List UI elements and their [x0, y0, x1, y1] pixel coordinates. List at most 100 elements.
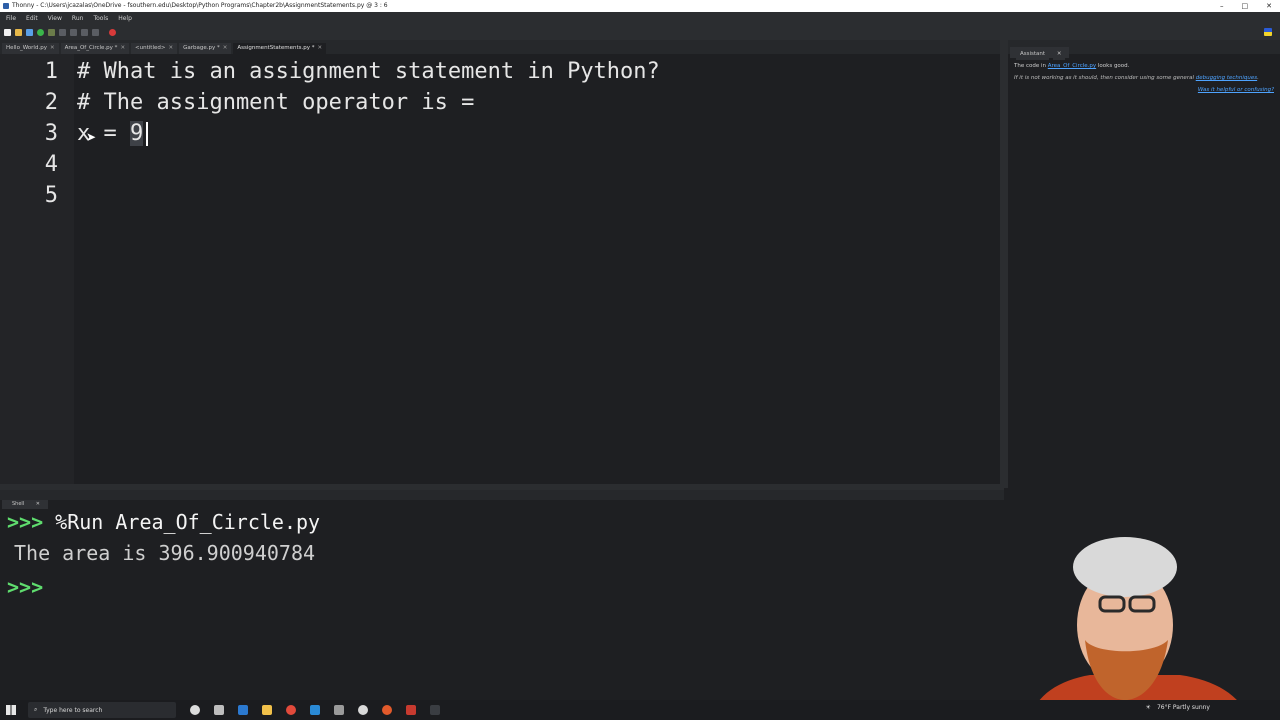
weather-icon[interactable]: ☀: [1146, 704, 1151, 711]
close-tab-icon[interactable]: ✕: [318, 45, 323, 51]
maximize-icon[interactable]: □: [1242, 0, 1249, 12]
search-placeholder: Type here to search: [43, 706, 103, 714]
line-number: 4: [44, 152, 58, 177]
tab-area-of-circle[interactable]: Area_Of_Circle.py * ✕: [60, 43, 130, 54]
code-text: x =: [77, 121, 130, 146]
close-tab-icon[interactable]: ✕: [50, 45, 55, 51]
shell-tab-bar: Shell ✕: [0, 490, 1004, 509]
feedback-link[interactable]: Was it helpful or confusing?: [1198, 87, 1274, 93]
step-over-icon[interactable]: [59, 28, 66, 36]
message-text: The code in: [1014, 63, 1048, 69]
step-into-icon[interactable]: [70, 28, 77, 36]
menu-run[interactable]: Run: [72, 15, 84, 22]
close-tab-icon[interactable]: ✕: [223, 45, 228, 51]
pane-divider-vertical[interactable]: [1000, 40, 1008, 488]
shell-command: %Run Area_Of_Circle.py: [55, 510, 321, 534]
language-flag-icon[interactable]: [1264, 28, 1272, 36]
close-tab-icon[interactable]: ✕: [1052, 49, 1066, 60]
selected-text: 9: [129, 121, 144, 146]
hint-text: .: [1257, 75, 1259, 81]
powerpoint-icon[interactable]: [406, 705, 416, 715]
debugging-link[interactable]: debugging techniques: [1196, 75, 1257, 81]
editor-tab-bar: Hello_World.py ✕ Area_Of_Circle.py * ✕ <un…: [0, 40, 1004, 54]
presenter-cap: [1073, 537, 1177, 597]
assistant-message: The code in Area_Of_Circle.py looks good…: [1014, 60, 1274, 72]
chrome-icon[interactable]: [286, 705, 296, 715]
weather-text[interactable]: 76°F Partly sunny: [1157, 704, 1210, 711]
thonny-app-icon: [3, 3, 9, 9]
line-number: 2: [44, 90, 58, 115]
tab-label: Hello_World.py: [6, 45, 47, 51]
menu-help[interactable]: Help: [118, 15, 132, 22]
tab-label: Garbage.py *: [183, 45, 220, 51]
webcam-presenter-overlay: [1030, 537, 1250, 720]
title-bar: Thonny - C:\Users\jcazalas\OneDrive - fs…: [0, 0, 1280, 12]
shell-prompt: >>>: [7, 510, 44, 534]
run-icon[interactable]: [37, 28, 44, 36]
shell-command-line: >>> %Run Area_Of_Circle.py: [7, 510, 320, 534]
code-line[interactable]: # The assignment operator is =: [77, 90, 474, 115]
tab-label: <untitled>: [135, 45, 166, 51]
windows-taskbar: ⌕ Type here to search ☀ 76°F Partly sunn…: [0, 700, 1280, 720]
open-file-icon[interactable]: [15, 28, 22, 36]
window-title: Thonny - C:\Users\jcazalas\OneDrive - fs…: [12, 2, 388, 9]
assistant-hint: If it is not working as it should, then …: [1014, 72, 1274, 84]
stop-icon[interactable]: [109, 28, 116, 36]
menu-view[interactable]: View: [48, 15, 62, 22]
code-editor[interactable]: 1 2 3 4 5 # What is an assignment statem…: [0, 54, 1000, 484]
tab-label: Shell: [8, 500, 29, 509]
shell-input-line[interactable]: >>>: [7, 575, 43, 599]
tab-shell[interactable]: Shell ✕: [2, 500, 48, 509]
close-tab-icon[interactable]: ✕: [168, 45, 173, 51]
line-number-gutter: 1 2 3 4 5: [0, 54, 74, 484]
vscode-icon[interactable]: [310, 705, 320, 715]
obs-icon[interactable]: [358, 705, 368, 715]
shell-pane[interactable]: Shell ✕ >>> %Run Area_Of_Circle.py The a…: [0, 490, 1004, 690]
minimize-icon[interactable]: –: [1220, 0, 1224, 12]
assistant-tab-bar: Assistant ✕: [1008, 40, 1280, 60]
close-tab-icon[interactable]: ✕: [31, 500, 44, 509]
tab-hello-world[interactable]: Hello_World.py ✕: [2, 43, 59, 54]
feedback-row: Was it helpful or confusing?: [1014, 84, 1274, 96]
new-file-icon[interactable]: [4, 28, 11, 36]
file-explorer-icon[interactable]: [262, 705, 272, 715]
menu-file[interactable]: File: [6, 15, 16, 22]
menu-tools[interactable]: Tools: [93, 15, 108, 22]
save-icon[interactable]: [26, 28, 33, 36]
task-view-icon[interactable]: [214, 705, 224, 715]
close-tab-icon[interactable]: ✕: [120, 45, 125, 51]
tab-assistant[interactable]: Assistant ✕: [1010, 47, 1070, 60]
taskbar-search-box[interactable]: ⌕ Type here to search: [28, 702, 176, 718]
file-link[interactable]: Area_Of_Circle.py: [1048, 63, 1096, 69]
outlook-icon[interactable]: [238, 705, 248, 715]
system-tray: ☀ 76°F Partly sunny: [1146, 704, 1210, 711]
tab-label: AssignmentStatements.py *: [237, 45, 315, 51]
close-icon[interactable]: ✕: [1266, 0, 1272, 12]
tab-assignment-statements[interactable]: AssignmentStatements.py * ✕: [233, 43, 327, 54]
tab-label: Area_Of_Circle.py *: [64, 45, 118, 51]
step-out-icon[interactable]: [81, 28, 88, 36]
menu-bar: File Edit View Run Tools Help: [0, 12, 1280, 24]
windows-start-icon[interactable]: [6, 705, 16, 715]
line-number: 1: [44, 59, 58, 84]
search-icon: ⌕: [34, 706, 38, 713]
line-number: 5: [44, 183, 58, 208]
tab-label: Assistant: [1016, 49, 1050, 60]
menu-edit[interactable]: Edit: [26, 15, 38, 22]
debug-icon[interactable]: [48, 28, 55, 36]
tab-garbage[interactable]: Garbage.py * ✕: [179, 43, 232, 54]
tab-untitled[interactable]: <untitled> ✕: [131, 43, 178, 54]
firefox-icon[interactable]: [382, 705, 392, 715]
cortana-icon[interactable]: [190, 705, 200, 715]
resume-icon[interactable]: [92, 28, 99, 36]
shell-prompt: >>>: [7, 575, 44, 599]
toolbar: [0, 24, 1280, 40]
text-cursor: [146, 122, 148, 146]
code-line[interactable]: # What is an assignment statement in Pyt…: [77, 59, 660, 84]
mouse-pointer-icon: ➤: [86, 130, 97, 144]
thonny-taskbar-icon[interactable]: [430, 705, 440, 715]
message-text: looks good.: [1096, 63, 1130, 69]
shell-output: The area is 396.900940784: [14, 541, 316, 565]
line-number: 3: [44, 121, 58, 146]
app-icon[interactable]: [334, 705, 344, 715]
